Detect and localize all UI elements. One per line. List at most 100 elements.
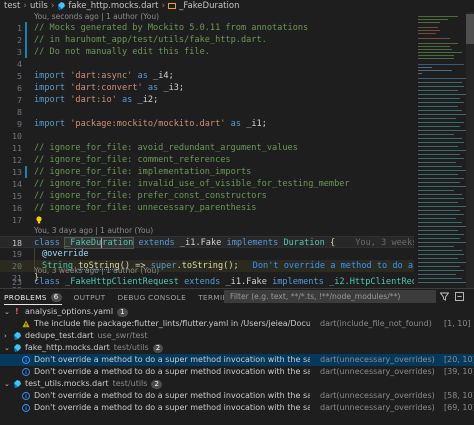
- problem-message: Don't override a method to do a super me…: [34, 403, 310, 412]
- problem-count-badge: 2: [151, 380, 162, 389]
- chevron-right-icon: ›: [161, 1, 166, 11]
- filter-icon[interactable]: [440, 292, 449, 301]
- problem-item[interactable]: Don't override a method to do a super me…: [0, 390, 474, 402]
- code-line: 7 import 'dart:io' as _i2;: [0, 94, 474, 106]
- code-line: 14 // ignore_for_file: invalid_use_of_vis…: [0, 178, 474, 190]
- editor-scrollbar-thumb[interactable]: [466, 14, 474, 44]
- problem-count-badge: 1: [117, 308, 128, 317]
- problem-count-badge: 2: [152, 344, 164, 353]
- problem-source: dart(unnecessary_overrides): [320, 391, 435, 400]
- dart-file-icon: [14, 380, 21, 388]
- editor-scrollbar[interactable]: [466, 12, 474, 288]
- string: 'package:mockito/mockito.dart': [70, 119, 226, 129]
- code-text: // ignore_for_file: invalid_use_of_visib…: [34, 179, 350, 189]
- problem-message: Don't override a method to do a super me…: [34, 391, 310, 400]
- keyword: as: [122, 95, 133, 105]
- identifier: _i4;: [153, 71, 174, 81]
- code-line: 9 import 'package:mockito/mockito.dart' a…: [0, 118, 474, 130]
- tab-problems[interactable]: PROBLEMS 6: [4, 292, 62, 305]
- line-number: 7: [17, 95, 22, 105]
- collapse-all-icon[interactable]: [455, 292, 464, 301]
- problems-list: ⌄ ! analysis_options.yaml 1 The include f…: [0, 306, 474, 414]
- line-number: 8: [17, 107, 22, 117]
- tab-label: PROBLEMS: [4, 292, 47, 302]
- code-line: 15 // ignore_for_file: prefer_const_const…: [0, 190, 474, 202]
- class-symbol-icon: [168, 3, 177, 9]
- line-number: 15: [12, 191, 22, 201]
- problems-filter-input[interactable]: Filter (e.g. text, **/*.ts, !**/node_mod…: [224, 290, 436, 303]
- breadcrumb-test[interactable]: test: [4, 1, 20, 11]
- tab-output[interactable]: OUTPUT: [74, 293, 106, 302]
- keyword: import: [34, 83, 66, 93]
- string: 'dart:async': [70, 71, 133, 81]
- line-number: 4: [17, 59, 22, 69]
- code-line-current: 18 class _FakeDuration extends _i1.Fake i…: [0, 236, 474, 249]
- code-text: // Do not manually edit this file.: [34, 47, 210, 57]
- breadcrumb: test › utils › fake_http.mocks.dart › _F…: [0, 0, 474, 12]
- chevron-down-icon: ⌄: [4, 344, 10, 352]
- breadcrumb-symbol[interactable]: _FakeDuration: [179, 1, 239, 11]
- code-line: 13 // ignore_for_file: implementation_imp…: [0, 166, 474, 178]
- line-number: 13: [12, 167, 22, 177]
- keyword: import: [34, 119, 66, 129]
- problem-source: dart(unnecessary_overrides): [320, 367, 435, 376]
- breadcrumb-file[interactable]: fake_http.mocks.dart: [68, 1, 158, 11]
- chevron-right-icon: ›: [4, 332, 7, 340]
- minimap[interactable]: [414, 12, 474, 288]
- class-name: ration: [102, 238, 134, 248]
- problem-message: Don't override a method to do a super me…: [34, 367, 310, 376]
- line-number: 3: [17, 47, 22, 57]
- code-text: // in haruhomt_app/test/utils/fake_http.…: [34, 35, 267, 45]
- problem-item-selected[interactable]: Don't override a method to do a super me…: [0, 354, 474, 366]
- breadcrumb-utils[interactable]: utils: [30, 1, 48, 11]
- code-text: // ignore_for_file: comment_references: [34, 155, 231, 165]
- problem-message: Don't override a method to do a super me…: [34, 355, 310, 364]
- problem-file-name: dedupe_test.dart: [25, 331, 94, 340]
- yaml-file-icon: !: [15, 307, 19, 316]
- info-icon: [22, 356, 30, 364]
- codelens-blame-class2[interactable]: You, 3 weeks ago | 1 author (You): [34, 266, 159, 275]
- warning-icon: [22, 320, 30, 328]
- line-number: 14: [12, 179, 22, 189]
- problem-item[interactable]: Don't override a method to do a super me…: [0, 366, 474, 378]
- tab-label: DEBUG CONSOLE: [117, 292, 187, 302]
- line-number: 10: [12, 131, 22, 141]
- code-line: 17: [0, 214, 474, 226]
- code-text: // ignore_for_file: unnecessary_parenthe…: [34, 203, 257, 213]
- problem-file-row[interactable]: ⌄ ! analysis_options.yaml 1: [0, 306, 474, 318]
- info-icon: [22, 404, 30, 412]
- dart-file-icon: [14, 332, 21, 340]
- problem-source: dart(unnecessary_overrides): [320, 355, 435, 364]
- chevron-down-icon: ⌄: [4, 380, 10, 388]
- problem-position: [58, 10]: [444, 391, 474, 400]
- problem-item[interactable]: The include file package:flutter_lints/f…: [0, 318, 474, 330]
- git-gutter-mark[interactable]: [25, 46, 27, 58]
- code-line: 2 // in haruhomt_app/test/utils/fake_http…: [0, 34, 474, 46]
- keyword: as: [137, 71, 148, 81]
- problem-file-row[interactable]: › dedupe_test.dart use_swr/test: [0, 330, 474, 342]
- problem-file-path: test/utils: [113, 343, 149, 352]
- line-number: 19: [12, 249, 22, 259]
- code-editor[interactable]: You, seconds ago | 1 author (You) 1 // Mo…: [0, 12, 474, 288]
- git-gutter-mark[interactable]: [25, 166, 27, 178]
- line-number: 2: [17, 35, 22, 45]
- code-line: 11 // ignore_for_file: avoid_redundant_ar…: [0, 142, 474, 154]
- line-number: 5: [17, 71, 22, 81]
- git-gutter-mark[interactable]: [25, 34, 27, 46]
- dart-file-icon: [58, 2, 66, 10]
- problem-item[interactable]: Don't override a method to do a super me…: [0, 402, 474, 414]
- class-name-highlight[interactable]: _FakeDuration: [64, 237, 135, 249]
- git-gutter-mark[interactable]: [25, 22, 27, 34]
- problem-file-row[interactable]: ⌄ fake_http.mocks.dart test/utils 2: [0, 342, 474, 354]
- codelens-blame-class[interactable]: You, 3 days ago | 1 author (You): [34, 226, 153, 235]
- problem-file-row[interactable]: ⌄ test_utils.mocks.dart test/utils 2: [0, 378, 474, 390]
- class-name: _FakeDu: [65, 238, 102, 248]
- lightbulb-icon[interactable]: [35, 216, 43, 224]
- brace: {: [330, 238, 336, 248]
- tab-debug-console[interactable]: DEBUG CONSOLE: [117, 293, 186, 302]
- codelens-blame-top[interactable]: You, seconds ago | 1 author (You): [34, 12, 159, 21]
- type-name: _i1.Fake: [179, 238, 222, 248]
- code-line: 6 import 'dart:convert' as _i3;: [0, 82, 474, 94]
- code-line: 5 import 'dart:async' as _i4;: [0, 70, 474, 82]
- info-icon: [22, 392, 30, 400]
